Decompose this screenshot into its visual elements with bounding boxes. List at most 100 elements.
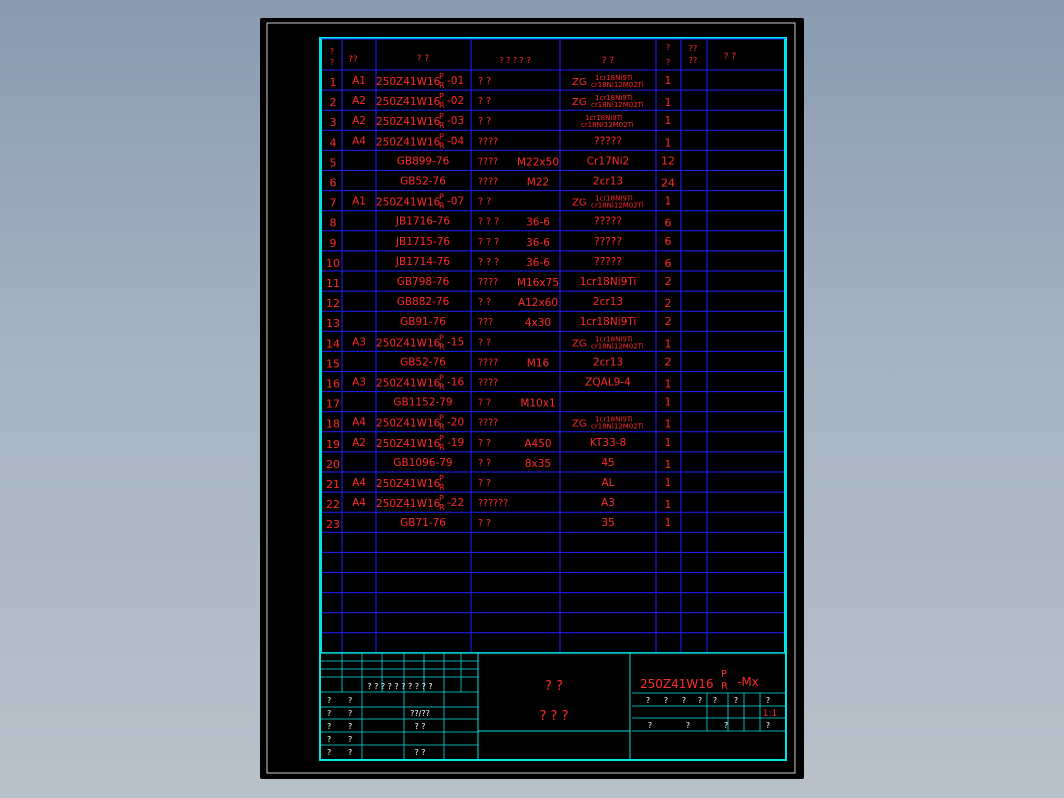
row-qty: 1 (665, 378, 672, 391)
row-code-suffix: -22 (447, 497, 464, 509)
row-spec: M22x50 (517, 156, 559, 168)
row-material: ZG (572, 338, 587, 349)
row-material-sub: cr18Ni12M02Ti (581, 121, 634, 129)
row-code-suffix: -19 (447, 437, 464, 449)
row-qty: 1 (665, 337, 672, 350)
row-material: 1cr18Ni9Ti (580, 316, 637, 328)
row-material: AL (601, 477, 614, 489)
left-row-c: ? ? (414, 748, 425, 757)
row-material: ZQAL9-4 (585, 377, 631, 389)
row-name: ? ? (478, 197, 491, 208)
row-code-r: R (439, 503, 445, 512)
row-material-sub: cr18Ni12M02Ti (591, 101, 644, 109)
row-name: ?????? (478, 498, 508, 509)
row-name: ? ? (478, 337, 491, 348)
row-spec: M22 (527, 177, 549, 189)
header-code: ? ? (417, 54, 430, 64)
row-code-suffix: -01 (447, 75, 464, 87)
row-seq: 23 (326, 518, 340, 531)
part-name-line1: ? ? (545, 679, 563, 694)
row-code-r: R (439, 141, 445, 150)
row-spec: M10x1 (520, 398, 555, 410)
row-spec: 36-6 (526, 237, 550, 249)
row-material: ZG (572, 198, 587, 209)
row-code-r: R (439, 101, 445, 110)
row-size: A4 (352, 135, 366, 147)
row-code: JB1716-76 (395, 216, 450, 228)
revision-header: ? ? ? ? ? ? ? ? ? ? (367, 682, 432, 691)
title-block: ? ? ? ? ? ? ? ? ? ????? ??/????? ?????? ?… (321, 652, 785, 759)
row-name: ???? (478, 277, 498, 288)
row-name: ? ? (478, 438, 491, 449)
row-code: GB1096-79 (393, 457, 452, 469)
row-code: 250Z41W16 (376, 197, 441, 209)
row-code-r: R (439, 342, 445, 351)
row-seq: 10 (326, 257, 340, 270)
row-code-r: R (439, 383, 445, 392)
row-qty: 1 (665, 516, 672, 529)
row-size: A2 (352, 115, 366, 127)
part-name-line2: ? ? ? (540, 709, 569, 724)
row-code-p: P (439, 112, 444, 121)
row-qty: 6 (665, 235, 672, 248)
row-material: 45 (601, 457, 614, 469)
row-name: ? ? (478, 116, 491, 127)
row-code-r: R (439, 483, 445, 492)
row-material: 2cr13 (593, 296, 623, 308)
row-spec: 4x30 (525, 317, 551, 329)
left-row-b: ? (348, 709, 352, 718)
row-qty: 1 (665, 96, 672, 109)
row-material-sub: cr18Ni12M02Ti (591, 423, 644, 431)
row-code: 250Z41W16 (376, 478, 441, 490)
row-seq: 6 (330, 177, 337, 190)
row-size: A4 (352, 417, 366, 429)
right-header-cell: ? (646, 696, 650, 705)
row-code-r: R (439, 81, 445, 90)
row-name: ???? (478, 156, 498, 167)
right-header-cell: ? (734, 696, 738, 705)
row-seq: 19 (326, 438, 340, 451)
row-code-suffix: -04 (447, 135, 464, 147)
row-size: A3 (352, 377, 366, 389)
row-code: GB52-76 (400, 356, 446, 368)
row-material: ZG (572, 77, 587, 88)
row-name: ? ? ? (478, 217, 499, 228)
row-code-p: P (439, 92, 444, 101)
row-name: ? ? (478, 458, 491, 469)
right-header-cell: ? (682, 696, 686, 705)
drawing-no-suffix: -Mx (737, 675, 759, 689)
bottom-label: ? (648, 721, 652, 730)
bottom-label: ? (766, 721, 770, 730)
row-name: ? ? (478, 518, 491, 529)
row-seq: 14 (326, 337, 340, 350)
right-header-cell: ? (698, 696, 702, 705)
row-qty: 1 (665, 498, 672, 511)
row-code-p: P (439, 72, 444, 81)
header-weight-2: ?? (689, 56, 698, 65)
row-seq: 21 (326, 478, 340, 491)
row-code: GB52-76 (400, 176, 446, 188)
row-name: ? ? ? (478, 257, 499, 268)
row-material-sub: cr18Ni12M02Ti (591, 202, 644, 210)
header-weight: ?? (689, 44, 698, 53)
row-qty: 1 (665, 74, 672, 87)
row-code-p: P (439, 494, 444, 503)
row-material: ZG (572, 419, 587, 430)
row-code: GB899-76 (397, 155, 450, 167)
bottom-label: ? (724, 721, 728, 730)
row-code-p: P (439, 414, 444, 423)
row-code-p: P (439, 374, 444, 383)
row-spec: 36-6 (526, 217, 550, 229)
row-seq: 3 (330, 116, 337, 129)
row-seq: 2 (330, 96, 337, 109)
header-qty: ? (666, 43, 670, 52)
row-material: ????? (594, 135, 622, 147)
row-name: ? ? (478, 297, 491, 308)
row-code: 250Z41W16 (376, 378, 441, 390)
header-material: ? ? (602, 56, 615, 66)
row-seq: 8 (330, 217, 337, 230)
drawing-no-p: P (721, 669, 727, 680)
row-seq: 13 (326, 317, 340, 330)
row-name: ??? (478, 317, 493, 328)
row-seq: 18 (326, 418, 340, 431)
